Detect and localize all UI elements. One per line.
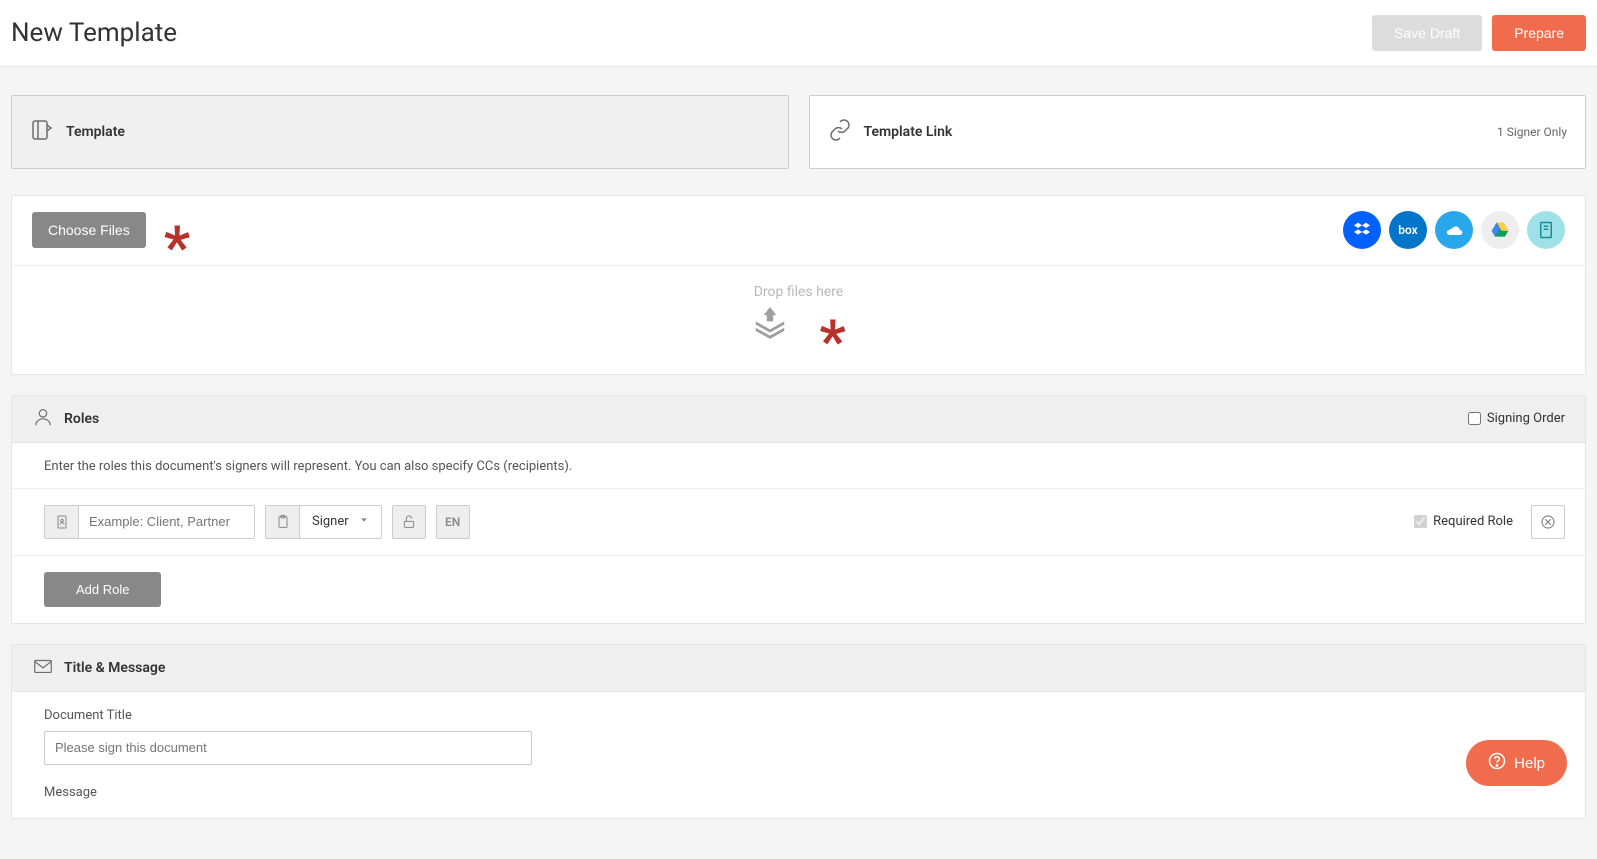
page-title: New Template: [11, 18, 177, 48]
dropzone-label: Drop files here: [12, 284, 1585, 300]
signer-only-badge: 1 Signer Only: [1497, 125, 1567, 139]
add-role-container: Add Role: [12, 556, 1585, 623]
roles-title: Roles: [64, 411, 99, 427]
message-label: Message: [44, 785, 1565, 800]
file-top-bar: Choose Files * box: [12, 196, 1585, 266]
prepare-button[interactable]: Prepare: [1492, 15, 1586, 51]
roles-icon: [32, 406, 54, 432]
role-type-group[interactable]: Signer: [265, 505, 382, 539]
dropzone-icon: [751, 304, 789, 346]
help-button[interactable]: Help: [1466, 740, 1567, 786]
clipboard-icon: [266, 506, 300, 538]
lock-toggle[interactable]: [392, 505, 426, 539]
language-selector[interactable]: EN: [436, 505, 470, 539]
file-dropzone[interactable]: Drop files here *: [12, 266, 1585, 374]
signing-order-toggle: Signing Order: [1468, 411, 1565, 426]
choose-files-button[interactable]: Choose Files: [32, 212, 146, 248]
box-icon[interactable]: box: [1389, 211, 1427, 249]
header-buttons: Save Draft Prepare: [1372, 15, 1586, 51]
role-type-select: Signer: [300, 506, 381, 538]
doc-title-input[interactable]: [44, 731, 532, 765]
template-icon: [30, 118, 54, 146]
cloud-sources: box: [1343, 211, 1565, 249]
add-role-button[interactable]: Add Role: [44, 572, 161, 607]
roles-header: Roles Signing Order: [12, 396, 1585, 443]
required-role-toggle: Required Role: [1414, 514, 1513, 529]
document-source-icon[interactable]: [1527, 211, 1565, 249]
signing-order-label: Signing Order: [1487, 411, 1565, 426]
role-right-controls: Required Role: [1414, 505, 1565, 539]
role-name-group: [44, 505, 255, 539]
envelope-icon: [32, 655, 54, 681]
doc-title-label: Document Title: [44, 708, 1565, 723]
chevron-down-icon: [359, 514, 369, 529]
role-type-value: Signer: [312, 514, 349, 529]
title-message-body: Document Title Message: [12, 692, 1585, 818]
signing-order-checkbox[interactable]: [1468, 412, 1481, 425]
save-draft-button[interactable]: Save Draft: [1372, 15, 1482, 51]
help-icon: [1488, 752, 1506, 774]
template-tabs: Template Template Link 1 Signer Only: [11, 95, 1586, 169]
asterisk-marker: *: [164, 228, 190, 269]
tab-template[interactable]: Template: [11, 95, 789, 169]
tab-template-link[interactable]: Template Link 1 Signer Only: [809, 95, 1587, 169]
role-name-input[interactable]: [79, 506, 254, 538]
tab-template-label: Template: [66, 124, 125, 140]
person-icon: [45, 506, 79, 538]
role-row: Signer EN Required Role: [12, 489, 1585, 556]
title-message-title: Title & Message: [64, 660, 165, 676]
page-header: New Template Save Draft Prepare: [0, 0, 1597, 67]
roles-section: Roles Signing Order Enter the roles this…: [11, 395, 1586, 624]
dropbox-icon[interactable]: [1343, 211, 1381, 249]
title-message-header: Title & Message: [12, 645, 1585, 692]
help-label: Help: [1514, 755, 1545, 772]
required-role-checkbox[interactable]: [1414, 515, 1427, 528]
remove-role-button[interactable]: [1531, 505, 1565, 539]
link-icon: [828, 118, 852, 146]
onedrive-icon[interactable]: [1435, 211, 1473, 249]
google-drive-icon[interactable]: [1481, 211, 1519, 249]
file-upload-section: Choose Files * box D: [11, 195, 1586, 375]
title-message-section: Title & Message Document Title Message: [11, 644, 1586, 819]
roles-description: Enter the roles this document's signers …: [12, 443, 1585, 489]
tab-template-link-label: Template Link: [864, 124, 953, 140]
required-role-label: Required Role: [1433, 514, 1513, 529]
asterisk-marker: *: [819, 322, 845, 363]
main-content: Template Template Link 1 Signer Only Cho…: [0, 67, 1597, 859]
